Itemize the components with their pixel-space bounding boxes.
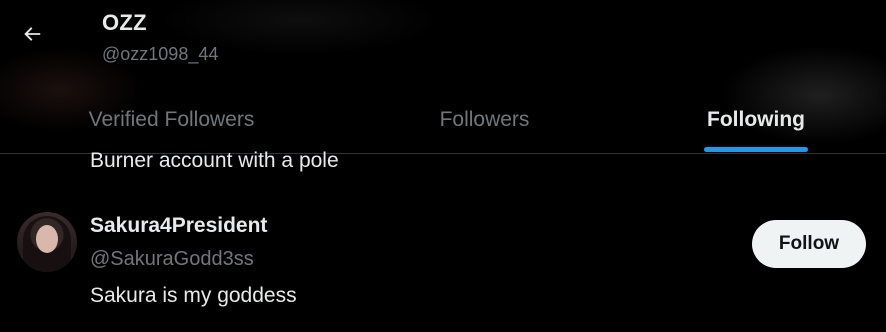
- tab-followers[interactable]: Followers: [343, 86, 626, 153]
- follow-button[interactable]: Follow: [752, 220, 866, 268]
- arrow-left-icon: [24, 27, 41, 41]
- user-handle[interactable]: @SakuraGodd3ss: [90, 248, 254, 271]
- profile-handle: @ozz1098_44: [102, 44, 219, 64]
- avatar-face-shape: [36, 225, 58, 253]
- profile-header: OZZ @ozz1098_44: [0, 0, 886, 86]
- profile-name: OZZ: [102, 10, 147, 35]
- tab-label: Verified Followers: [88, 107, 255, 131]
- avatar[interactable]: [17, 212, 77, 272]
- previous-user-bio: Burner account with a pole: [90, 149, 339, 172]
- tab-following[interactable]: Following: [626, 86, 886, 153]
- tab-label: Following: [707, 107, 805, 131]
- tab-label: Followers: [439, 107, 530, 131]
- user-cell[interactable]: Sakura4President @SakuraGodd3ss Sakura i…: [0, 196, 886, 332]
- tab-active-indicator: [704, 147, 808, 152]
- back-button[interactable]: [14, 16, 50, 52]
- user-bio: Sakura is my goddess: [90, 284, 297, 307]
- user-display-name[interactable]: Sakura4President: [90, 214, 267, 238]
- tab-bar: Verified Followers Followers Following: [0, 86, 886, 153]
- tab-verified-followers[interactable]: Verified Followers: [0, 86, 343, 153]
